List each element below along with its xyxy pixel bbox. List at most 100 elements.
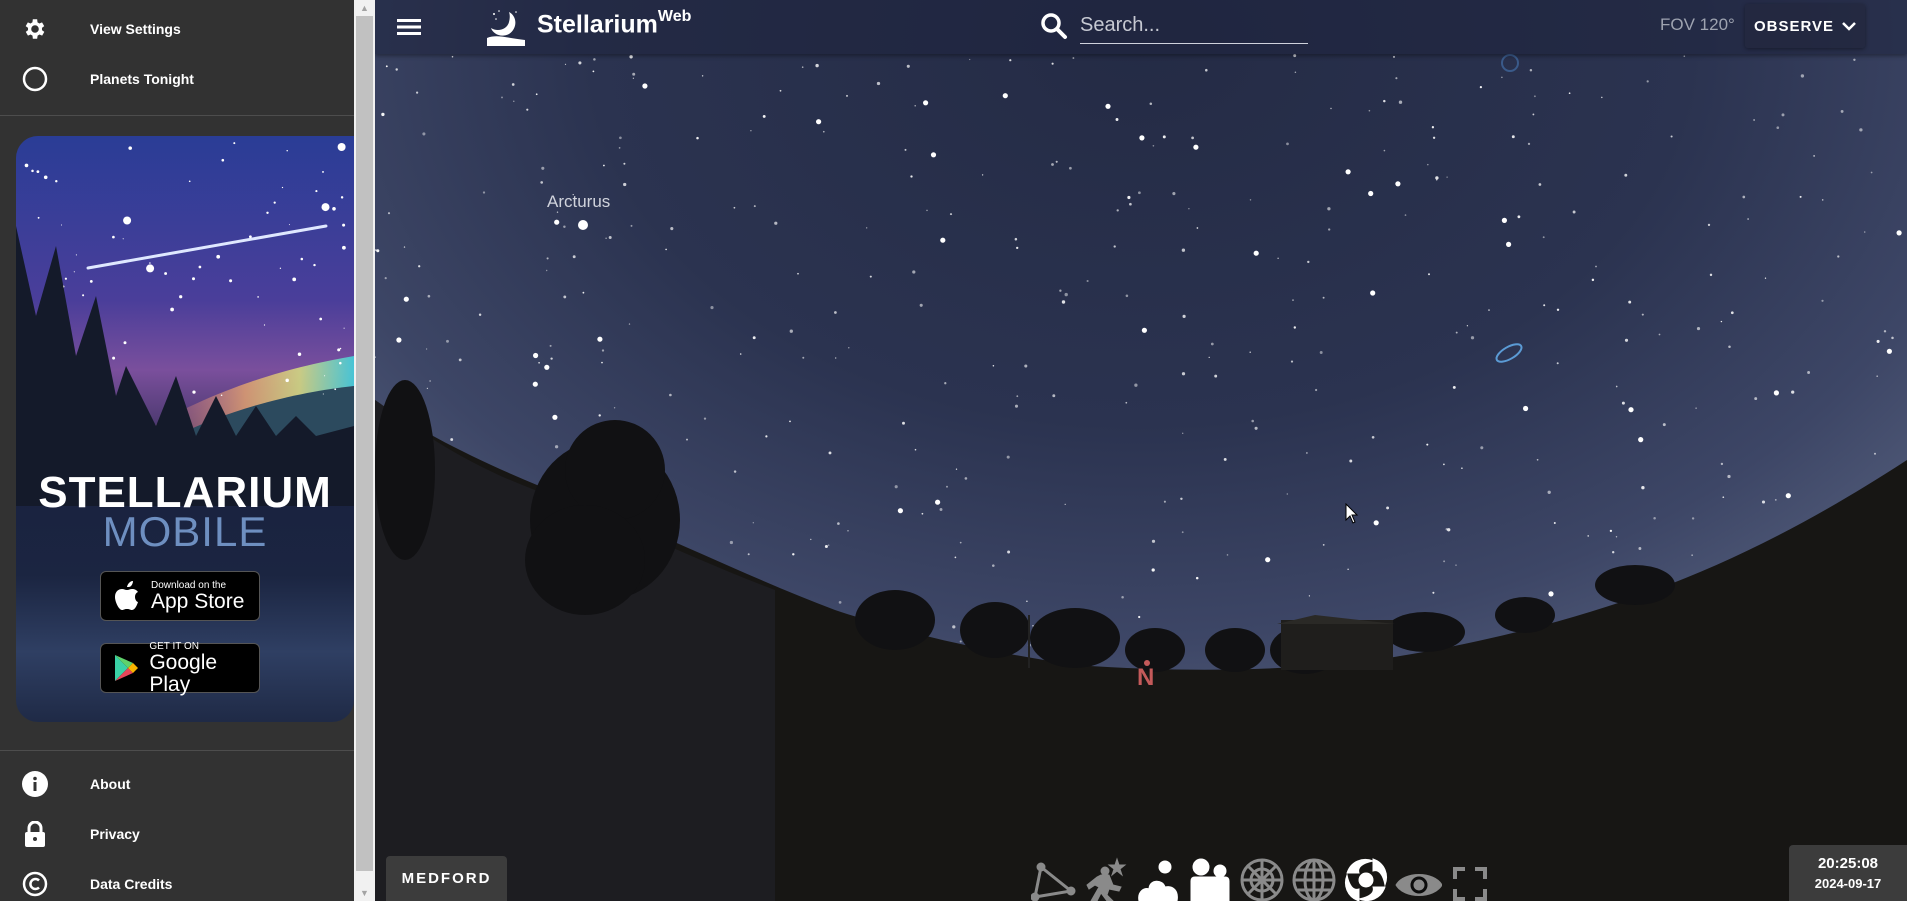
star [1691, 517, 1695, 520]
datetime-button[interactable]: 20:25:08 2024-09-17 [1789, 845, 1907, 901]
promo-star [43, 175, 48, 180]
promo-star [179, 295, 183, 299]
star [1330, 107, 1332, 110]
star [1658, 333, 1661, 336]
scrollbar-thumb[interactable] [356, 16, 373, 871]
scroll-up-arrow-icon[interactable]: ▲ [354, 0, 375, 16]
atmosphere-toggle[interactable] [1134, 852, 1182, 901]
star [810, 538, 812, 541]
star-label-arcturus[interactable]: Arcturus [547, 192, 610, 212]
star [1443, 560, 1446, 563]
mouse-cursor-icon [1345, 503, 1359, 524]
sky-view[interactable] [375, 0, 1907, 901]
sidebar-item-data-credits[interactable]: Data Credits [0, 859, 354, 901]
star [1398, 100, 1403, 104]
copyright-icon [22, 871, 48, 897]
menu-button[interactable] [395, 13, 423, 41]
sidebar-item-planets-tonight[interactable]: Planets Tonight [0, 54, 354, 104]
fov-readout: FOV 120° [1660, 15, 1735, 34]
star [1016, 395, 1019, 398]
promo-star [36, 170, 40, 174]
promo-star [263, 324, 266, 326]
star [1072, 57, 1075, 59]
promo-star [60, 224, 63, 226]
sidebar-item-view-settings[interactable]: View Settings [0, 4, 354, 54]
sidebar-item-privacy[interactable]: Privacy [0, 809, 354, 859]
star [1533, 95, 1536, 98]
star [511, 83, 515, 86]
star [789, 329, 793, 333]
star [1876, 375, 1879, 378]
star [1427, 163, 1429, 166]
promo-star [342, 245, 346, 250]
star [605, 237, 607, 239]
star [949, 213, 953, 216]
star [1791, 390, 1795, 394]
star [802, 356, 805, 359]
star [1764, 277, 1767, 279]
night-mode-toggle[interactable] [1394, 852, 1442, 901]
star [866, 227, 868, 229]
observe-button[interactable]: OBSERVE [1745, 4, 1865, 48]
info-icon [22, 771, 48, 797]
star [1615, 385, 1618, 388]
dso-marker[interactable] [1501, 54, 1519, 72]
star [1707, 223, 1711, 227]
deep-sky-objects-toggle[interactable] [1342, 852, 1390, 901]
star [1172, 192, 1176, 196]
star [1536, 458, 1539, 461]
azimuthal-grid-toggle[interactable] [1238, 852, 1286, 901]
location-button[interactable]: MEDFORD [386, 856, 507, 901]
star [1395, 77, 1398, 80]
app-store-button[interactable]: Download on the App Store [100, 571, 260, 621]
star [847, 530, 849, 532]
fullscreen-toggle[interactable] [1446, 852, 1494, 901]
arcturus-star[interactable] [578, 220, 588, 230]
star [549, 344, 552, 347]
star [1134, 383, 1138, 387]
star [1371, 435, 1375, 439]
promo-star [192, 390, 196, 394]
equatorial-grid-toggle[interactable] [1290, 852, 1338, 901]
star [1628, 300, 1632, 304]
galaxy-marker[interactable] [1494, 341, 1524, 365]
promo-star [75, 254, 77, 256]
circle-icon [22, 66, 48, 92]
search-icon[interactable] [1040, 12, 1068, 40]
star [747, 553, 750, 556]
star [1813, 155, 1815, 157]
google-play-button[interactable]: GET IT ON Google Play [100, 641, 260, 695]
sidebar-item-about[interactable]: About [0, 759, 354, 809]
landscape-toggle[interactable] [1186, 852, 1234, 901]
star [1253, 250, 1259, 256]
promo-subtitle: MOBILE [102, 508, 268, 555]
star [981, 174, 984, 176]
star [546, 257, 549, 260]
star [1638, 437, 1644, 443]
star [1870, 171, 1873, 174]
star [1290, 360, 1294, 363]
star [828, 451, 832, 455]
star [540, 181, 544, 184]
scroll-down-arrow-icon[interactable]: ▼ [354, 885, 375, 901]
star [1730, 311, 1734, 315]
star [902, 421, 905, 425]
star [1896, 230, 1902, 236]
search-input[interactable] [1080, 8, 1308, 44]
star [630, 224, 633, 227]
star [959, 541, 962, 544]
app-suffix: Web [657, 8, 692, 25]
constellation-lines-toggle[interactable] [1030, 852, 1078, 901]
sidebar-scrollbar[interactable]: ▲ ▼ [354, 0, 375, 901]
star [1641, 486, 1645, 490]
star [1386, 506, 1390, 510]
star [1883, 330, 1887, 333]
star [1517, 215, 1521, 219]
star [629, 55, 633, 59]
star [1105, 103, 1111, 109]
building [1281, 620, 1393, 670]
stellarium-mobile-promo[interactable]: STELLARIUM MOBILE Download on the App St… [16, 136, 354, 722]
star [992, 365, 995, 367]
star [623, 182, 627, 187]
constellation-art-toggle[interactable] [1082, 852, 1130, 901]
